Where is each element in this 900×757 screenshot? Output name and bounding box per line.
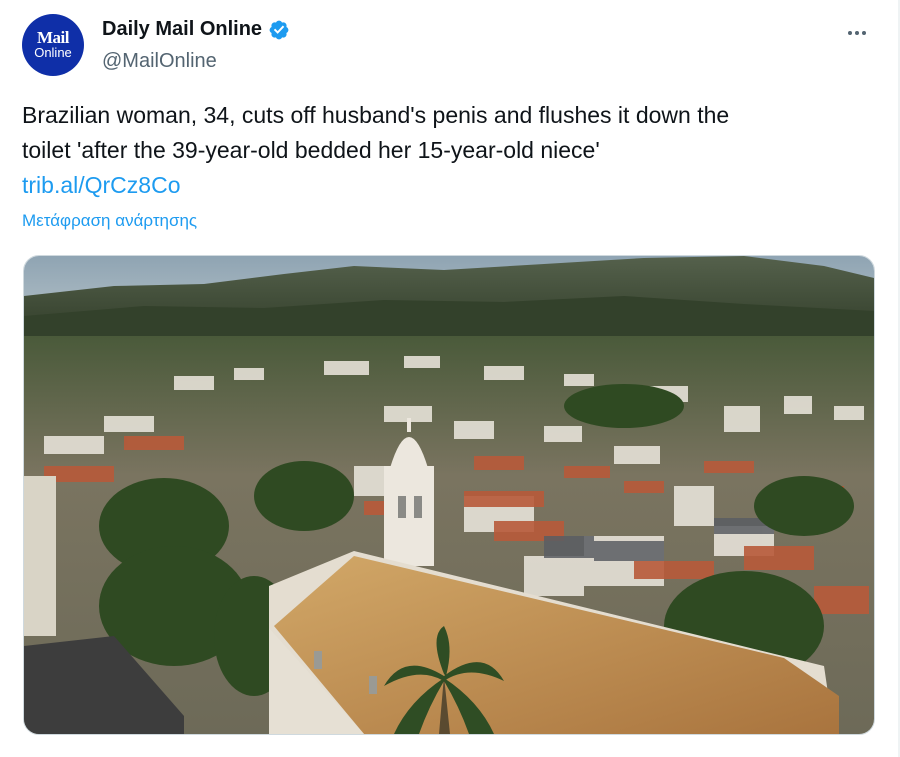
avatar-logo-line1: Mail bbox=[37, 28, 70, 47]
tweet-text: Brazilian woman, 34, cuts off husband's … bbox=[22, 98, 872, 203]
tweet-card[interactable]: Mail Online Daily Mail Online @MailOnlin… bbox=[0, 0, 900, 757]
more-options-icon[interactable] bbox=[842, 18, 872, 48]
tweet-link[interactable]: trib.al/QrCz8Co bbox=[22, 168, 872, 203]
aerial-town-photo bbox=[24, 256, 874, 734]
dot bbox=[848, 31, 852, 35]
dot bbox=[862, 31, 866, 35]
tweet-text-line2: toilet 'after the 39-year-old bedded her… bbox=[22, 137, 600, 163]
tweet-media-image[interactable] bbox=[23, 255, 875, 735]
translate-post-link[interactable]: Μετάφραση ανάρτησης bbox=[22, 211, 197, 231]
author-handle[interactable]: @MailOnline bbox=[102, 50, 217, 73]
dot bbox=[855, 31, 859, 35]
avatar[interactable]: Mail Online bbox=[22, 14, 84, 76]
display-name[interactable]: Daily Mail Online bbox=[102, 18, 262, 41]
tweet-text-line1: Brazilian woman, 34, cuts off husband's … bbox=[22, 102, 730, 128]
author-name-row: Daily Mail Online bbox=[102, 18, 290, 41]
verified-badge-icon[interactable] bbox=[268, 19, 290, 41]
avatar-logo-line2: Online bbox=[34, 45, 72, 60]
